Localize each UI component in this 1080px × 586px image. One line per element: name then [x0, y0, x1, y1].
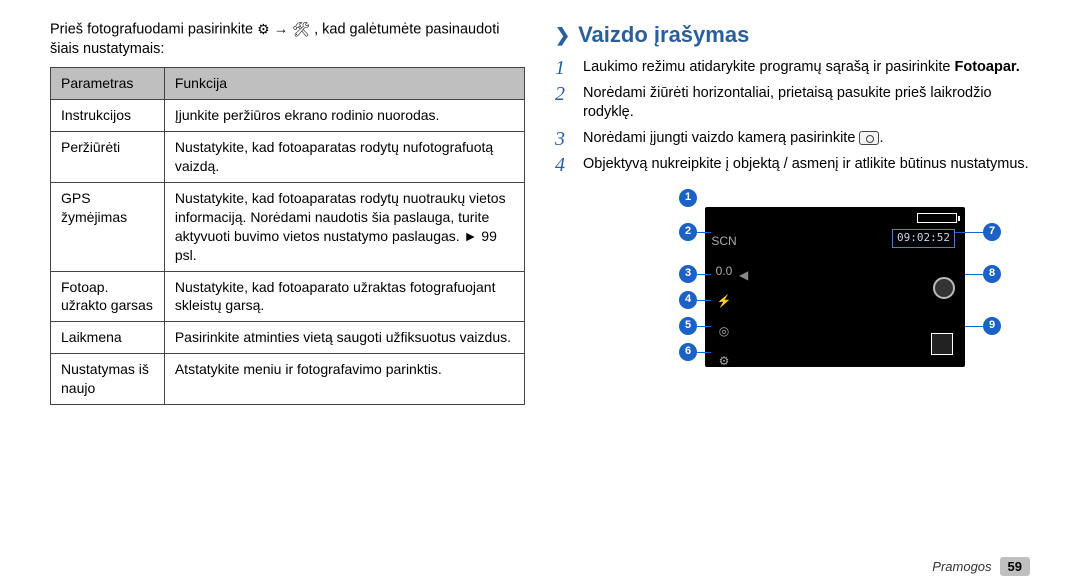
marker-1: 1	[679, 189, 697, 207]
step-number: 1	[555, 58, 573, 78]
footer-page: 59	[1000, 557, 1030, 576]
section-title-text: Vaizdo įrašymas	[578, 20, 749, 50]
screen-left-icon: ⚡	[713, 291, 735, 311]
intro-a: Prieš fotografuodami pasirinkite	[50, 21, 257, 37]
step-number: 4	[555, 155, 573, 175]
screen-left-icon: ◎	[713, 321, 735, 341]
marker-7: 7	[983, 223, 1001, 241]
recording-time: 09:02:52	[892, 229, 955, 248]
cell-param: Fotoap. užrakto garsas	[51, 271, 165, 322]
gallery-thumb-icon	[931, 333, 953, 355]
left-icon-strip: SCN 0.0 ⚡ ◎ ⚙	[713, 231, 735, 371]
right-column: ❯ Vaizdo įrašymas 1 Laukimo režimu atidar…	[555, 20, 1030, 405]
th-param: Parametras	[51, 68, 165, 100]
chevron-icon: ❯	[555, 23, 570, 47]
cell-param: GPS žymėjimas	[51, 182, 165, 271]
footer-section: Pramogos	[932, 559, 991, 574]
cell-func: Nustatykite, kad fotoaparato užraktas fo…	[164, 271, 524, 322]
cell-func: Įjunkite peržiūros ekrano rodinio nuorod…	[164, 100, 524, 132]
step-text: Objektyvą nukreipkite į objektą / asmenį…	[583, 155, 1029, 175]
camera-icon	[859, 131, 879, 145]
table-row: Fotoap. užrakto garsasNustatykite, kad f…	[51, 271, 525, 322]
step-item: 1 Laukimo režimu atidarykite programų sąr…	[555, 58, 1030, 78]
marker-5: 5	[679, 317, 697, 335]
camera-diagram: 09:02:52 SCN 0.0 ⚡ ◎ ⚙ ◀ 1 2 3 4 5 6 7 8	[595, 187, 1025, 387]
cell-param: Laikmena	[51, 322, 165, 354]
battery-icon	[917, 213, 957, 223]
cell-func: Atstatykite meniu ir fotografavimo parin…	[164, 354, 524, 405]
th-func: Funkcija	[164, 68, 524, 100]
gear-icon: ⚙	[257, 20, 270, 39]
marker-4: 4	[679, 291, 697, 309]
cell-param: Instrukcijos	[51, 100, 165, 132]
marker-3: 3	[679, 265, 697, 283]
step-number: 3	[555, 129, 573, 149]
screen-left-icon: ⚙	[713, 351, 735, 371]
step-text: Norėdami įjungti vaizdo kamerą pasirinki…	[583, 129, 883, 149]
screen-left-icon: 0.0	[713, 261, 735, 281]
section-title: ❯ Vaizdo įrašymas	[555, 20, 1030, 50]
screen-preview: 09:02:52 SCN0.0⚡◎⚙ ◀	[705, 207, 965, 367]
table-row: LaikmenaPasirinkite atminties vietą saug…	[51, 322, 525, 354]
step-text: Laukimo režimu atidarykite programų sąra…	[583, 58, 1020, 78]
chevron-left-icon: ◀	[739, 267, 748, 283]
screen-left-icon: SCN	[713, 231, 735, 251]
intro-text: Prieš fotografuodami pasirinkite ⚙ → 🛠 ,…	[50, 20, 525, 59]
step-list: 1 Laukimo režimu atidarykite programų sąr…	[555, 58, 1030, 175]
step-text: Norėdami žiūrėti horizontaliai, prietais…	[583, 84, 1030, 123]
shutter-button-icon	[933, 277, 955, 299]
cell-func: Pasirinkite atminties vietą saugoti užfi…	[164, 322, 524, 354]
table-header-row: Parametras Funkcija	[51, 68, 525, 100]
marker-9: 9	[983, 317, 1001, 335]
page-footer: Pramogos 59	[932, 557, 1030, 576]
table-row: GPS žymėjimasNustatykite, kad fotoaparat…	[51, 182, 525, 271]
cell-func: Nustatykite, kad fotoaparatas rodytų nuf…	[164, 132, 524, 183]
wrench-icon: 🛠	[292, 20, 310, 39]
step-bold: Fotoapar.	[955, 59, 1020, 75]
step-item: 4 Objektyvą nukreipkite į objektą / asmen…	[555, 155, 1030, 175]
cell-param: Peržiūrėti	[51, 132, 165, 183]
cell-func: Nustatykite, kad fotoaparatas rodytų nuo…	[164, 182, 524, 271]
marker-2: 2	[679, 223, 697, 241]
table-row: InstrukcijosĮjunkite peržiūros ekrano ro…	[51, 100, 525, 132]
table-row: PeržiūrėtiNustatykite, kad fotoaparatas …	[51, 132, 525, 183]
table-row: Nustatymas iš naujoAtstatykite meniu ir …	[51, 354, 525, 405]
step-item: 3 Norėdami įjungti vaizdo kamerą pasirink…	[555, 129, 1030, 149]
step-item: 2 Norėdami žiūrėti horizontaliai, prietai…	[555, 84, 1030, 123]
left-column: Prieš fotografuodami pasirinkite ⚙ → 🛠 ,…	[50, 20, 525, 405]
marker-8: 8	[983, 265, 1001, 283]
cell-param: Nustatymas iš naujo	[51, 354, 165, 405]
settings-table: Parametras Funkcija InstrukcijosĮjunkite…	[50, 67, 525, 405]
step-number: 2	[555, 84, 573, 123]
marker-6: 6	[679, 343, 697, 361]
intro-arrow: →	[274, 21, 293, 37]
